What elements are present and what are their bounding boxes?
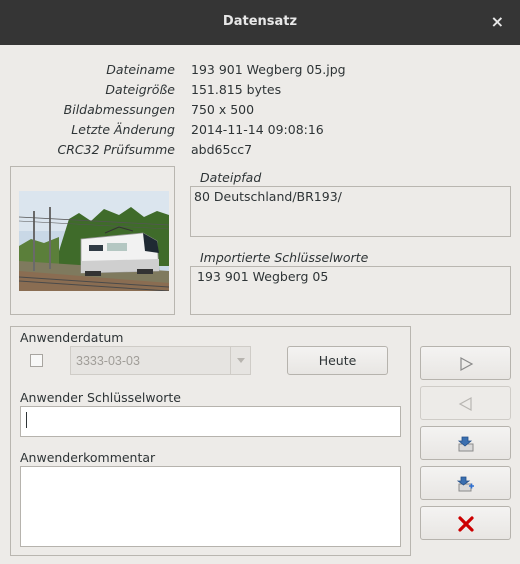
user-date-checkbox[interactable] xyxy=(30,354,43,367)
thumbnail-frame xyxy=(10,166,175,315)
dimensions-value: 750 x 500 xyxy=(191,102,255,117)
filesize-label: Dateigröße xyxy=(105,82,175,97)
today-button-label: Heute xyxy=(318,353,357,368)
path-value: 80 Deutschland/BR193/ xyxy=(194,189,342,204)
crc-label: CRC32 Prüfsumme xyxy=(57,142,176,157)
close-icon[interactable]: × xyxy=(491,12,504,31)
filename-label: Dateiname xyxy=(106,62,175,77)
modified-value: 2014-11-14 09:08:16 xyxy=(191,122,324,137)
user-comment-label: Anwenderkommentar xyxy=(20,450,156,465)
user-date-value: 3333-03-03 xyxy=(76,354,140,368)
delete-x-icon xyxy=(458,516,474,532)
imported-keywords-label: Importierte Schlüsselworte xyxy=(200,250,369,265)
dimensions-label: Bildabmessungen xyxy=(63,102,175,117)
today-button[interactable]: Heute xyxy=(287,346,388,375)
path-field[interactable]: 80 Deutschland/BR193/ xyxy=(190,186,511,237)
train-thumbnail xyxy=(19,191,169,291)
delete-button[interactable] xyxy=(420,506,511,540)
filesize-value: 151.815 bytes xyxy=(191,82,282,97)
play-right-icon xyxy=(460,356,474,372)
user-keywords-label: Anwender Schlüsselworte xyxy=(20,390,181,405)
user-date-label: Anwenderdatum xyxy=(20,330,124,345)
title-bar: Datensatz × xyxy=(0,0,520,45)
import-button[interactable] xyxy=(420,426,511,460)
path-label: Dateipfad xyxy=(200,170,262,185)
chevron-down-icon[interactable] xyxy=(230,347,250,374)
user-keywords-input[interactable] xyxy=(20,406,401,437)
import-icon xyxy=(457,436,474,452)
previous-button[interactable] xyxy=(420,386,511,420)
import-add-button[interactable] xyxy=(420,466,511,500)
window-title: Datensatz xyxy=(222,14,298,29)
user-comment-textarea[interactable] xyxy=(20,466,401,547)
next-button[interactable] xyxy=(420,346,511,380)
imported-keywords-field[interactable]: 193 901 Wegberg 05 xyxy=(190,266,511,315)
imported-keywords-value: 193 901 Wegberg 05 xyxy=(197,269,329,284)
user-date-combo[interactable]: 3333-03-03 xyxy=(70,346,251,375)
text-caret xyxy=(26,412,27,428)
crc-value: abd65cc7 xyxy=(191,142,253,157)
modified-label: Letzte Änderung xyxy=(71,122,175,137)
import-add-icon xyxy=(457,476,474,492)
filename-value: 193 901 Wegberg 05.jpg xyxy=(191,62,346,77)
play-left-icon xyxy=(458,396,472,412)
